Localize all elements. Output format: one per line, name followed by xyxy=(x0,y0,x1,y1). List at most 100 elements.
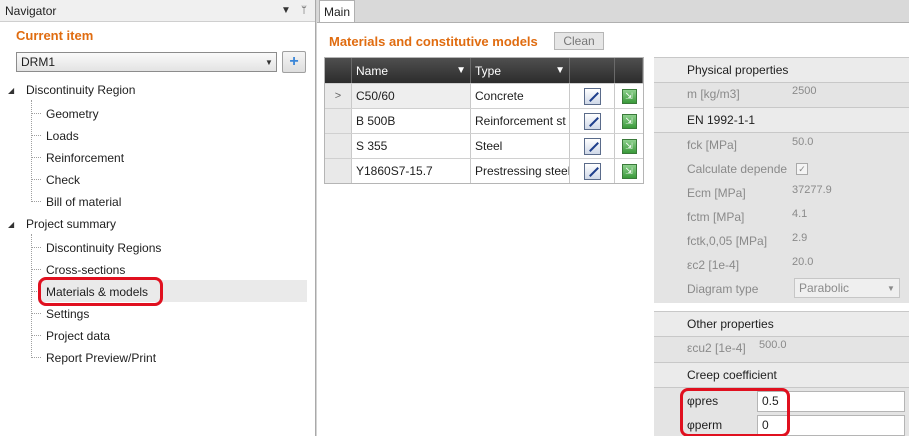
column-header-name[interactable]: Name ▼ xyxy=(352,58,471,83)
edit-icon[interactable] xyxy=(583,137,601,155)
property-label: fctk,0,05 [MPa] xyxy=(687,234,768,248)
edit-icon[interactable] xyxy=(583,162,601,180)
diagram-type-select[interactable]: Parabolic ▼ xyxy=(794,278,900,298)
cell-name[interactable]: Y1860S7-15.7 xyxy=(352,159,471,183)
tree-connector xyxy=(31,357,41,358)
action-cell: ⇲ xyxy=(615,84,643,108)
tree-connector xyxy=(31,313,41,314)
pin-icon[interactable]: ᛘ xyxy=(297,5,311,16)
document-tabbar xyxy=(317,0,909,22)
tree-node-discontinuity-region[interactable]: ◢ Discontinuity Region xyxy=(8,80,135,100)
expand-triangle-icon[interactable]: ◢ xyxy=(8,86,20,95)
navigator-header: Navigator ▼ ᛘ xyxy=(0,0,315,22)
property-label: Calculate depende xyxy=(687,162,788,176)
diagram-type-value: Parabolic xyxy=(799,281,850,295)
filter-icon[interactable]: ▼ xyxy=(555,65,565,76)
export-icon[interactable]: ⇲ xyxy=(621,113,637,129)
property-row-diagram: Diagram type xyxy=(687,278,791,300)
tree-node-project-summary[interactable]: ◢ Project summary xyxy=(8,214,116,234)
cell-type[interactable]: Reinforcement st xyxy=(471,109,570,133)
property-label: Diagram type xyxy=(687,282,759,296)
property-value-ecm: 37277.9 xyxy=(792,184,832,196)
current-item-value: DRM1 xyxy=(21,55,56,69)
main-content: Materials and constitutive models Clean … xyxy=(317,22,909,436)
highlight-annotation xyxy=(38,277,163,306)
tree-item-bill-of-material[interactable]: Bill of material xyxy=(46,192,121,212)
action-cell: ⇲ xyxy=(615,159,643,183)
cell-type[interactable]: Concrete xyxy=(471,84,570,108)
property-value-fck: 50.0 xyxy=(792,136,814,148)
export-icon[interactable]: ⇲ xyxy=(621,163,637,179)
tree-item-reinforcement[interactable]: Reinforcement xyxy=(46,148,124,168)
add-item-button[interactable]: + xyxy=(282,51,306,73)
filter-icon[interactable]: ▼ xyxy=(456,65,466,76)
tree-item-report-preview[interactable]: Report Preview/Print xyxy=(46,348,156,368)
row-header xyxy=(325,134,352,158)
property-label: m [kg/m3] xyxy=(687,87,740,101)
tree-item-loads[interactable]: Loads xyxy=(46,126,79,146)
highlight-annotation xyxy=(680,388,790,436)
cell-name[interactable]: S 355 xyxy=(352,134,471,158)
page-title: Materials and constitutive models xyxy=(329,34,538,49)
table-row[interactable]: Y1860S7-15.7 Prestressing steel ⇲ xyxy=(325,158,643,183)
plus-icon: + xyxy=(289,53,299,70)
tree-connector xyxy=(31,269,41,270)
edit-cell xyxy=(570,109,615,133)
chevron-down-icon: ▼ xyxy=(887,283,895,293)
table-row[interactable]: > C50/60 Concrete ⇲ xyxy=(325,83,643,108)
tree-connector xyxy=(31,100,32,202)
action-cell: ⇲ xyxy=(615,109,643,133)
property-value-fctk: 2.9 xyxy=(792,232,808,244)
property-row-calculate: Calculate depende xyxy=(687,158,791,180)
tree-item-settings[interactable]: Settings xyxy=(46,304,89,324)
expand-triangle-icon[interactable]: ◢ xyxy=(8,220,20,229)
tree-item-check[interactable]: Check xyxy=(46,170,80,190)
cell-type[interactable]: Steel xyxy=(471,134,570,158)
edit-icon[interactable] xyxy=(583,112,601,130)
property-value-fctm: 4.1 xyxy=(792,208,808,220)
column-header-name-label: Name xyxy=(356,63,389,78)
table-row[interactable]: B 500B Reinforcement st ⇲ xyxy=(325,108,643,133)
property-value-ec2: 20.0 xyxy=(792,256,814,268)
materials-grid: Name ▼ Type ▼ > C50/60 Concrete ⇲ B 500B… xyxy=(324,57,644,184)
dropdown-icon[interactable]: ▼ xyxy=(279,5,293,16)
property-row-m: m [kg/m3] xyxy=(687,83,791,105)
column-header-action xyxy=(615,58,643,83)
tree-connector xyxy=(31,113,41,114)
tree-item-geometry[interactable]: Geometry xyxy=(46,104,99,124)
navigator-panel: Navigator ▼ ᛘ Current item DRM1 ▼ + ◢ Di… xyxy=(0,0,316,436)
tab-main[interactable]: Main xyxy=(319,0,355,22)
row-header xyxy=(325,159,352,183)
export-icon[interactable]: ⇲ xyxy=(621,88,637,104)
grid-header: Name ▼ Type ▼ xyxy=(325,58,643,83)
action-cell: ⇲ xyxy=(615,134,643,158)
navigator-title: Navigator xyxy=(5,3,57,18)
clean-button[interactable]: Clean xyxy=(554,32,604,50)
tree-item-discontinuity-regions[interactable]: Discontinuity Regions xyxy=(46,238,161,258)
table-row[interactable]: S 355 Steel ⇲ xyxy=(325,133,643,158)
section-creep-coefficient: Creep coefficient xyxy=(654,362,909,388)
cell-name[interactable]: B 500B xyxy=(352,109,471,133)
cell-type[interactable]: Prestressing steel xyxy=(471,159,570,183)
row-indicator-icon: > xyxy=(325,84,352,108)
tree-connector xyxy=(31,335,41,336)
grid-corner xyxy=(325,58,352,83)
edit-cell xyxy=(570,159,615,183)
cell-name[interactable]: C50/60 xyxy=(352,84,471,108)
calculate-dependent-checkbox[interactable]: ✓ xyxy=(796,163,808,175)
tree-item-project-data[interactable]: Project data xyxy=(46,326,110,346)
property-row-fctk: fctk,0,05 [MPa] xyxy=(687,230,791,252)
property-label: fctm [MPa] xyxy=(687,210,745,224)
current-item-combo[interactable]: DRM1 ▼ xyxy=(16,52,277,72)
tree-node-label: Project summary xyxy=(26,217,117,231)
column-header-type[interactable]: Type ▼ xyxy=(471,58,570,83)
property-value-m: 2500 xyxy=(792,85,817,97)
section-en-1992: EN 1992-1-1 xyxy=(654,107,909,133)
column-header-edit xyxy=(570,58,615,83)
properties-panel: Physical properties m [kg/m3] 2500 EN 19… xyxy=(654,57,909,436)
property-label: εc2 [1e-4] xyxy=(687,258,740,272)
edit-cell xyxy=(570,84,615,108)
edit-icon[interactable] xyxy=(583,87,601,105)
export-icon[interactable]: ⇲ xyxy=(621,138,637,154)
property-label: fck [MPa] xyxy=(687,138,738,152)
